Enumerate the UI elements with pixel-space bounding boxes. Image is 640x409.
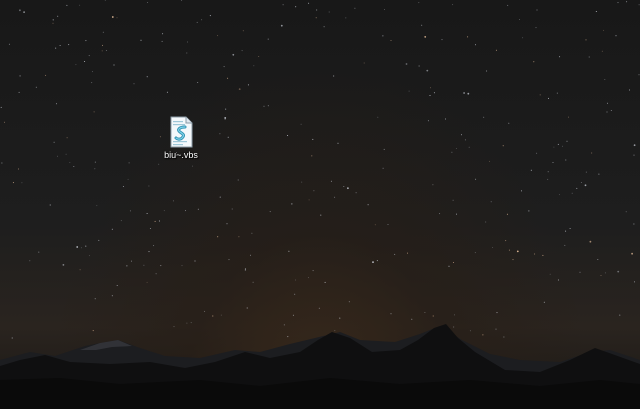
desktop-icon-vbs-file[interactable]: biu~.vbs	[156, 116, 206, 161]
vbs-script-icon	[170, 116, 193, 148]
mountain-silhouette	[0, 324, 640, 409]
desktop-icon-label: biu~.vbs	[164, 150, 198, 160]
desktop-background[interactable]: biu~.vbs	[0, 0, 640, 409]
